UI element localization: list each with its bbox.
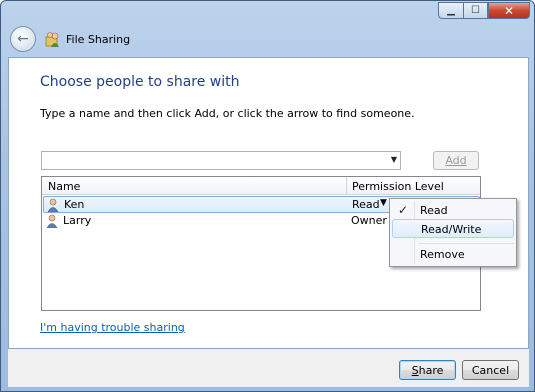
name-combobox[interactable]: ▼ — [41, 151, 401, 170]
checkmark-icon: ✓ — [398, 203, 409, 217]
title-bar-controls: ▁ ☐ ✕ — [438, 2, 530, 19]
dropdown-arrow-icon[interactable]: ▼ — [391, 155, 397, 164]
close-button[interactable]: ✕ — [488, 2, 530, 19]
permission-value: Owner — [351, 214, 387, 227]
share-button[interactable]: Share — [399, 360, 456, 380]
dialog-footer: Share Cancel — [8, 349, 529, 387]
permission-dropdown-icon[interactable]: ▼ — [380, 198, 387, 208]
file-sharing-icon — [45, 32, 59, 47]
cancel-button[interactable]: Cancel — [462, 360, 519, 380]
minimize-button[interactable]: ▁ — [438, 2, 463, 19]
column-header-name[interactable]: Name — [48, 180, 80, 193]
menu-item-label: Read/Write — [421, 223, 482, 236]
window-title: File Sharing — [66, 32, 131, 46]
list-header: Name Permission Level — [42, 177, 480, 195]
minimize-icon: ▁ — [447, 5, 455, 16]
add-button-label: Add — [445, 154, 467, 167]
user-name: Larry — [63, 214, 92, 227]
menu-separator — [418, 243, 514, 244]
permission-menu: ✓ Read Read/Write Remove — [389, 198, 517, 267]
user-icon — [47, 198, 59, 212]
close-icon: ✕ — [503, 3, 515, 18]
share-label-accel: S — [411, 363, 419, 377]
navigation-bar: ← File Sharing — [6, 21, 531, 57]
column-divider[interactable] — [346, 177, 347, 195]
column-header-permission[interactable]: Permission Level — [352, 180, 444, 193]
add-button[interactable]: Add — [433, 151, 479, 170]
page-heading: Choose people to share with — [40, 74, 240, 90]
user-name: Ken — [64, 198, 85, 211]
menu-item-label: Remove — [420, 248, 465, 261]
instruction-text: Type a name and then click Add, or click… — [40, 107, 415, 120]
trouble-sharing-link[interactable]: I'm having trouble sharing — [40, 321, 185, 334]
menu-item-read[interactable]: ✓ Read — [392, 201, 514, 220]
menu-item-read-write[interactable]: Read/Write — [392, 219, 514, 238]
back-button[interactable]: ← — [10, 26, 36, 52]
maximize-button[interactable]: ☐ — [463, 2, 488, 19]
menu-item-label: Read — [420, 204, 448, 217]
user-icon — [46, 214, 58, 228]
maximize-icon: ☐ — [471, 5, 480, 16]
back-arrow-icon: ← — [17, 31, 29, 47]
menu-item-remove[interactable]: Remove — [392, 245, 514, 264]
share-label-rest: hare — [418, 363, 444, 377]
cancel-label: Cancel — [471, 363, 510, 377]
file-sharing-window: ▁ ☐ ✕ ← File Sharing Choose people to sh… — [0, 0, 535, 392]
permission-value[interactable]: Read — [352, 198, 380, 211]
